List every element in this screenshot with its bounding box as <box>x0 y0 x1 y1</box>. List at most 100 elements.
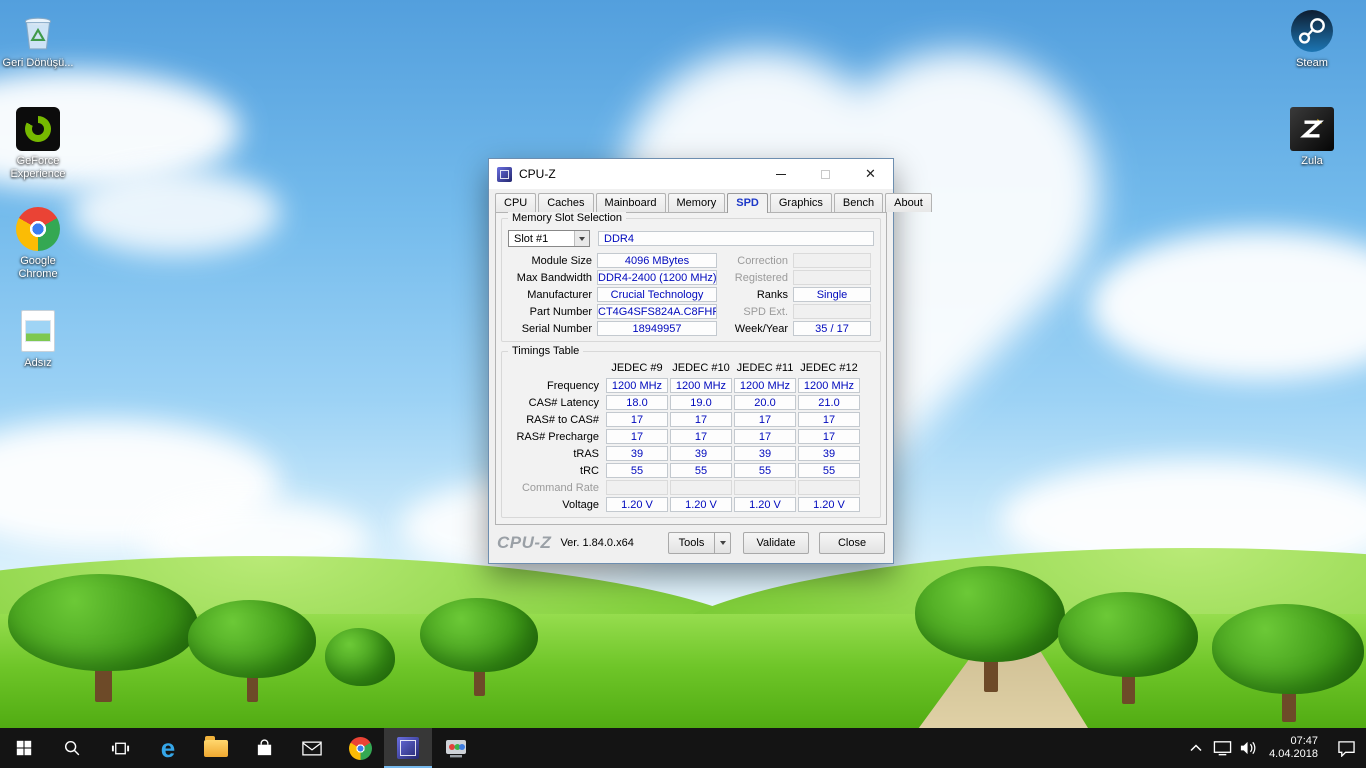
tree <box>915 566 1065 692</box>
clock-time: 07:47 <box>1269 735 1318 748</box>
windows-logo-icon <box>15 739 33 757</box>
cas-latency-label: CAS# Latency <box>508 397 604 409</box>
taskbar-store-button[interactable] <box>240 728 288 768</box>
edge-icon: e <box>161 735 175 761</box>
close-button[interactable]: Close <box>819 532 885 554</box>
tray-display-button[interactable] <box>1209 740 1235 756</box>
timing-cell: 55 <box>606 463 668 478</box>
memory-type-field: DDR4 <box>598 231 874 246</box>
timing-cell: 17 <box>798 412 860 427</box>
timings-table-group: Timings Table JEDEC #9 JEDEC #10 JEDEC #… <box>501 351 881 518</box>
spd-tab-page: Memory Slot Selection Slot #1 DDR4 Modul… <box>495 212 887 525</box>
task-view-button[interactable] <box>96 728 144 768</box>
titlebar[interactable]: CPU-Z ✕ <box>489 159 893 189</box>
close-window-button[interactable]: ✕ <box>848 159 893 189</box>
desktop-icon-adsiz[interactable]: Adsız <box>0 308 76 370</box>
timings-column-header: JEDEC #12 <box>798 362 860 376</box>
desktop-icon-zula[interactable]: Zula <box>1274 106 1350 168</box>
version-text: Ver. 1.84.0.x64 <box>560 537 633 549</box>
desktop-icon-label: Geri Dönüşü... <box>3 57 74 70</box>
tray-show-hidden-icons-button[interactable] <box>1183 744 1209 752</box>
tree <box>420 598 538 696</box>
module-size-field: 4096 MBytes <box>597 253 717 268</box>
timing-cell: 17 <box>798 429 860 444</box>
desktop-icon-recycle-bin[interactable]: Geri Dönüşü... <box>0 8 76 70</box>
desktop-icon-label: Adsız <box>24 357 52 370</box>
desktop-icon-label: Zula <box>1301 155 1322 168</box>
taskbar-file-explorer-button[interactable] <box>192 728 240 768</box>
ras-to-cas-label: RAS# to CAS# <box>508 414 604 426</box>
bush <box>325 628 395 686</box>
search-button[interactable] <box>48 728 96 768</box>
action-center-button[interactable] <box>1326 740 1366 757</box>
desktop-icon-geforce-experience[interactable]: GeForce Experience <box>0 106 76 181</box>
max-bandwidth-field: DDR4-2400 (1200 MHz) <box>597 270 717 285</box>
slot-select-value: Slot #1 <box>514 233 548 245</box>
timing-cell: 55 <box>798 463 860 478</box>
timings-column-header: JEDEC #9 <box>606 362 668 376</box>
timing-cell: 17 <box>670 412 732 427</box>
geforce-icon <box>15 106 61 152</box>
group-title: Timings Table <box>508 345 583 357</box>
cloud <box>70 170 280 255</box>
timing-cell: 20.0 <box>734 395 796 410</box>
group-title: Memory Slot Selection <box>508 212 626 224</box>
tab-spd[interactable]: SPD <box>727 193 768 213</box>
taskbar-clock[interactable]: 07:47 4.04.2018 <box>1261 735 1326 761</box>
chrome-icon <box>349 737 372 760</box>
timing-cell: 17 <box>606 429 668 444</box>
search-icon <box>63 739 81 757</box>
part-number-field: CT4G4SFS824A.C8FHP <box>597 304 717 319</box>
slot-select[interactable]: Slot #1 <box>508 230 590 247</box>
memory-slot-selection-group: Memory Slot Selection Slot #1 DDR4 Modul… <box>501 218 881 342</box>
timing-cell: 39 <box>734 446 796 461</box>
serial-number-field: 18949957 <box>597 321 717 336</box>
registered-label: Registered <box>722 272 788 284</box>
clock-date: 4.04.2018 <box>1269 748 1318 761</box>
spd-ext-field <box>793 304 871 319</box>
desktop-icon-steam[interactable]: Steam <box>1274 8 1350 70</box>
manufacturer-label: Manufacturer <box>508 289 592 301</box>
file-explorer-icon <box>204 740 228 757</box>
taskbar-gpu-tool-button[interactable] <box>432 728 480 768</box>
tree <box>1058 592 1198 704</box>
tab-caches[interactable]: Caches <box>538 193 593 212</box>
taskbar-cpuz-button[interactable] <box>384 728 432 768</box>
timing-cell: 17 <box>606 412 668 427</box>
timing-cell: 18.0 <box>606 395 668 410</box>
tab-bench[interactable]: Bench <box>834 193 883 212</box>
timing-cell: 1.20 V <box>670 497 732 512</box>
window-title: CPU-Z <box>519 167 556 181</box>
timings-corner <box>508 362 604 376</box>
validate-button[interactable]: Validate <box>743 532 809 554</box>
task-view-icon <box>111 739 130 758</box>
gpu-tool-icon <box>444 736 468 760</box>
taskbar-chrome-button[interactable] <box>336 728 384 768</box>
timings-column-header: JEDEC #10 <box>670 362 732 376</box>
cpuz-window: CPU-Z ✕ CPU Caches Mainboard Memory SPD … <box>488 158 894 564</box>
tab-memory[interactable]: Memory <box>668 193 726 212</box>
tab-mainboard[interactable]: Mainboard <box>596 193 666 212</box>
taskbar-edge-button[interactable]: e <box>144 728 192 768</box>
minimize-button[interactable] <box>758 159 803 189</box>
tools-dropdown-arrow[interactable] <box>715 532 731 554</box>
timing-cell: 39 <box>798 446 860 461</box>
desktop-icon-google-chrome[interactable]: Google Chrome <box>0 206 76 281</box>
chevron-down-icon[interactable] <box>574 231 589 246</box>
timing-cell <box>606 480 668 495</box>
tab-about[interactable]: About <box>885 193 932 212</box>
tab-cpu[interactable]: CPU <box>495 193 536 212</box>
start-button[interactable] <box>0 728 48 768</box>
tab-graphics[interactable]: Graphics <box>770 193 832 212</box>
cpuz-logo: CPU-Z <box>497 533 551 553</box>
taskbar-mail-button[interactable] <box>288 728 336 768</box>
timing-cell: 1200 MHz <box>606 378 668 393</box>
timing-cell: 17 <box>734 412 796 427</box>
timing-cell: 55 <box>734 463 796 478</box>
desktop-icon-label: GeForce Experience <box>1 155 75 181</box>
part-number-label: Part Number <box>508 306 592 318</box>
recycle-bin-icon <box>15 8 61 54</box>
tools-button[interactable]: Tools <box>668 532 715 554</box>
tray-volume-button[interactable] <box>1235 740 1261 756</box>
system-tray: 07:47 4.04.2018 <box>1183 728 1366 768</box>
